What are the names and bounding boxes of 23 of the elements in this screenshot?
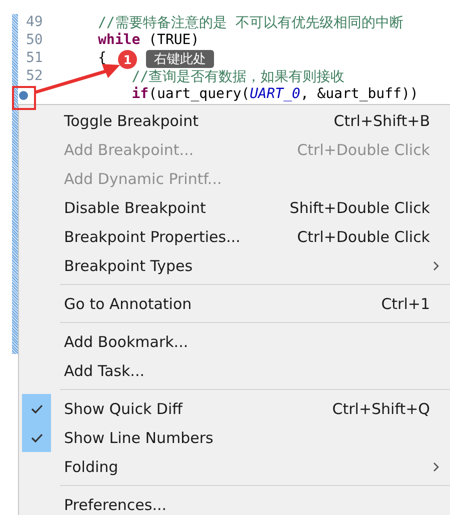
menu-item[interactable]: Show Line Numbers — [19, 423, 450, 452]
code-line: //需要特备注意的是 不可以有优先级相同的中断 — [98, 14, 404, 32]
line-number: 49 — [25, 14, 44, 32]
code-line: //查询是否有数据，如果有则接收 — [130, 68, 345, 86]
menu-item[interactable]: Disable Breakpoint Shift+Double Click — [19, 193, 450, 222]
menu-item[interactable]: Go to Annotation Ctrl+1 — [19, 289, 450, 318]
menu-item[interactable]: Breakpoint Properties... Ctrl+Double Click — [19, 222, 450, 251]
line-number: 51 — [25, 50, 44, 68]
menu-item[interactable]: Breakpoint Types — [19, 251, 450, 280]
step-badge: 1 — [118, 50, 137, 69]
menu-item[interactable]: Add Bookmark... — [19, 327, 450, 356]
menu-item[interactable]: Add Task... — [19, 356, 450, 385]
menu-item[interactable]: Folding — [19, 452, 450, 481]
menu-item[interactable]: Show Quick Diff Ctrl+Shift+Q — [19, 394, 450, 423]
code-line: if(uart_query(UART_0, &uart_buff)) — [130, 86, 418, 104]
highlight-frame — [12, 86, 36, 110]
menu-item[interactable]: Toggle Breakpoint Ctrl+Shift+B — [19, 106, 450, 135]
code-line: { — [98, 50, 106, 68]
tooltip: 右键此处 — [146, 50, 214, 68]
line-number: 50 — [25, 32, 44, 50]
line-number: 52 — [25, 68, 44, 86]
code-line: while (TRUE) — [98, 32, 200, 50]
menu-item[interactable]: Preferences... — [19, 490, 450, 515]
